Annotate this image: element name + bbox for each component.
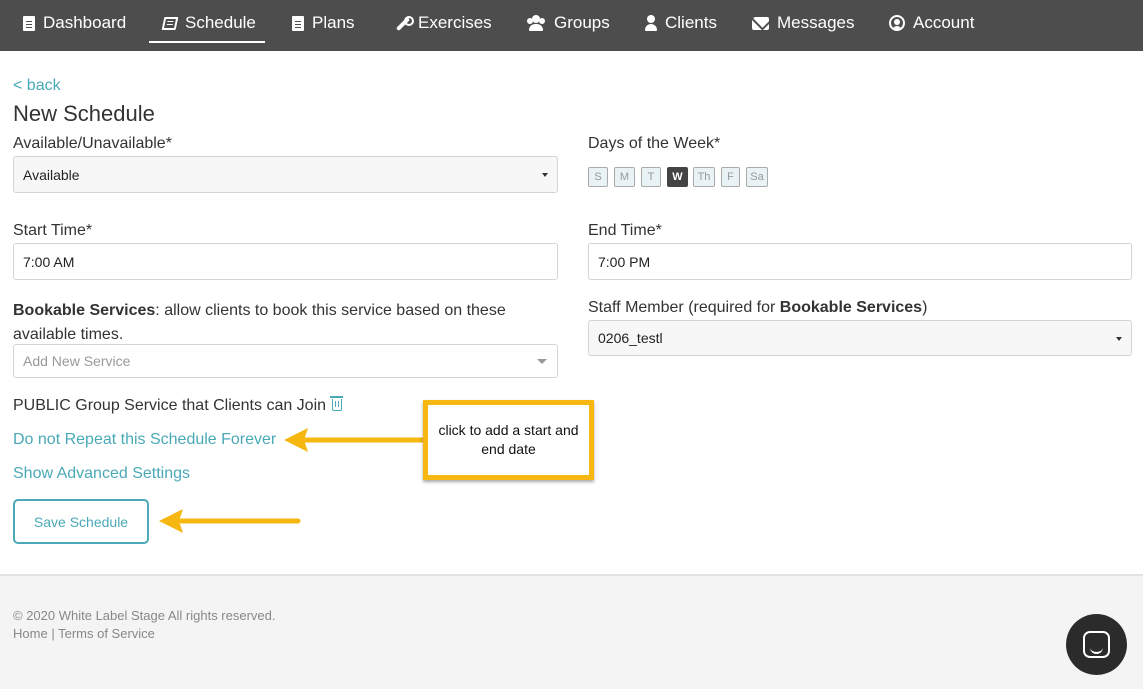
nav-item-label: Plans (312, 13, 355, 32)
trash-icon[interactable] (330, 396, 344, 411)
chat-launcher-button[interactable] (1066, 614, 1127, 675)
footer-separator: | (51, 626, 55, 641)
bookable-services-desc: : allow clients to book this service bas… (155, 302, 506, 319)
file-icon (23, 15, 35, 31)
caret-down-icon (542, 173, 548, 177)
add-service-placeholder: Add New Service (23, 353, 131, 369)
users-icon (526, 15, 546, 31)
page-title: New Schedule (13, 101, 155, 126)
availability-label: Available/Unavailable* (13, 135, 172, 152)
save-schedule-button[interactable]: Save Schedule (13, 499, 149, 544)
caret-down-icon (1116, 337, 1122, 341)
day-toggle-saturday[interactable]: Sa (746, 167, 768, 187)
footer-links: Home | Terms of Service (13, 626, 155, 641)
staff-member-label: Staff Member (required for Bookable Serv… (588, 299, 927, 317)
nav-item-messages[interactable]: Messages (752, 0, 854, 46)
nav-item-dashboard[interactable]: Dashboard (23, 0, 126, 46)
chat-icon (1083, 631, 1110, 658)
nav-item-exercises[interactable]: Exercises (395, 0, 492, 46)
nav-item-schedule[interactable]: Schedule (149, 0, 265, 46)
annotation-arrow-save (159, 509, 301, 533)
public-group-service: PUBLIC Group Service that Clients can Jo… (13, 396, 344, 415)
nav-item-plans[interactable]: Plans (292, 0, 355, 46)
add-service-select[interactable]: Add New Service (13, 344, 558, 378)
nav-item-label: Dashboard (43, 13, 127, 32)
nav-item-label: Clients (665, 13, 717, 32)
top-nav: Dashboard Schedule Plans Exercises Group… (0, 0, 1143, 51)
repeat-schedule-link[interactable]: Do not Repeat this Schedule Forever (13, 431, 276, 449)
file-text-icon (292, 15, 304, 31)
back-link[interactable]: < back (13, 77, 61, 95)
bookable-services-bold: Bookable Services (13, 302, 156, 319)
nav-item-label: Messages (777, 13, 855, 32)
caret-down-icon (537, 359, 547, 364)
annotation-text: click to add a start and end date (438, 422, 579, 457)
staff-member-label-prefix: Staff Member (required for (588, 299, 780, 316)
nav-item-clients[interactable]: Clients (645, 0, 717, 46)
nav-item-groups[interactable]: Groups (526, 0, 610, 46)
staff-member-select[interactable]: 0206_testl (588, 320, 1132, 356)
start-time-input[interactable]: 7:00 AM (13, 243, 558, 280)
start-time-label: Start Time* (13, 222, 93, 239)
bookable-services-label: Bookable Services: allow clients to book… (13, 299, 506, 347)
wrench-icon (395, 15, 414, 31)
day-toggle-monday[interactable]: M (614, 167, 635, 187)
end-time-input[interactable]: 7:00 PM (588, 243, 1132, 280)
advanced-settings-link[interactable]: Show Advanced Settings (13, 465, 190, 483)
nav-item-label: Schedule (185, 13, 256, 32)
user-icon (645, 15, 657, 31)
staff-member-label-suffix: ) (922, 299, 928, 316)
public-group-label: PUBLIC Group Service that Clients can Jo… (13, 397, 327, 414)
start-time-value: 7:00 AM (23, 253, 75, 270)
staff-member-value: 0206_testl (598, 330, 663, 346)
footer: © 2020 White Label Stage All rights rese… (0, 574, 1143, 689)
day-toggle-friday[interactable]: F (721, 167, 740, 187)
staff-member-label-bold: Bookable Services (779, 299, 923, 316)
footer-terms-link[interactable]: Terms of Service (58, 626, 155, 641)
days-label: Days of the Week* (588, 135, 721, 152)
account-circle-icon (889, 15, 905, 31)
nav-item-label: Account (913, 13, 975, 32)
availability-select[interactable]: Available (13, 156, 558, 193)
day-toggle-sunday[interactable]: S (588, 167, 608, 187)
nav-item-label: Groups (554, 13, 610, 32)
annotation-callout: click to add a start and end date (423, 400, 594, 480)
end-time-value: 7:00 PM (598, 253, 651, 270)
envelope-icon (752, 16, 769, 30)
nav-item-label: Exercises (418, 13, 492, 32)
footer-home-link[interactable]: Home (13, 626, 48, 641)
day-toggle-wednesday[interactable]: W (667, 167, 688, 187)
day-toggle-thursday[interactable]: Th (693, 167, 715, 187)
end-time-label: End Time* (588, 222, 662, 239)
copyright-text: © 2020 White Label Stage All rights rese… (13, 608, 276, 623)
annotation-arrow-repeat (284, 428, 429, 452)
day-toggle-tuesday[interactable]: T (641, 167, 661, 187)
nav-item-account[interactable]: Account (889, 0, 974, 46)
availability-value: Available (23, 166, 80, 183)
book-icon (161, 16, 179, 30)
